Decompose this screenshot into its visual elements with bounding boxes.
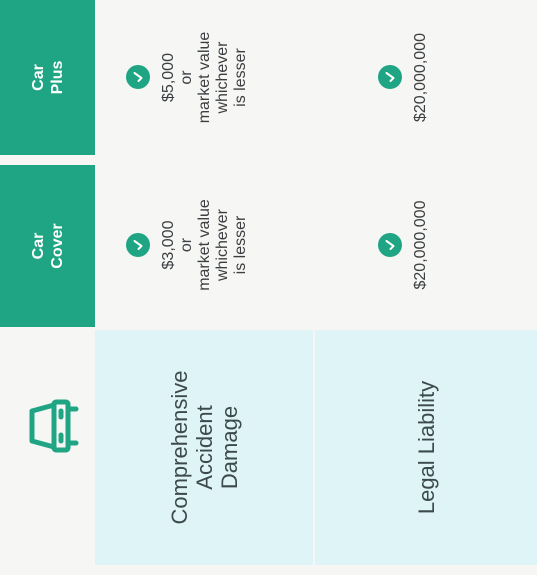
row-label-legal-liability: Legal Liability [315, 330, 537, 565]
row-label-comprehensive-accident-damage: Comprehensive Accident Damage [95, 330, 313, 565]
value-text: $20,000,000 [412, 200, 429, 290]
check-icon [126, 233, 150, 257]
check-icon [378, 233, 402, 257]
column-header-label: Car Plus [29, 60, 66, 95]
check-icon [378, 65, 402, 90]
column-header-car-plus: Car Plus [0, 0, 95, 155]
value-text: $20,000,000 [412, 33, 429, 122]
check-icon [126, 65, 150, 90]
value-text: $5,000 or market value whichever is less… [160, 31, 249, 124]
column-header-car-cover: Car Cover [0, 165, 95, 327]
column-header-label: Car Cover [29, 223, 66, 269]
value-cell-car-cover-accident: $3,000 or market value whichever is less… [112, 165, 310, 325]
value-cell-car-plus-liability: $20,000,000 [320, 0, 530, 155]
value-cell-car-plus-accident: $5,000 or market value whichever is less… [112, 0, 310, 155]
row-label-text: Comprehensive Accident Damage [166, 370, 242, 525]
value-text: $3,000 or market value whichever is less… [160, 199, 249, 291]
rotated-coverage-table: Car Cover Car Plus Comprehensive Acciden… [0, 0, 537, 575]
value-cell-car-cover-liability: $20,000,000 [320, 165, 530, 325]
row-label-text: Legal Liability [413, 380, 439, 515]
car-front-icon [20, 397, 80, 455]
